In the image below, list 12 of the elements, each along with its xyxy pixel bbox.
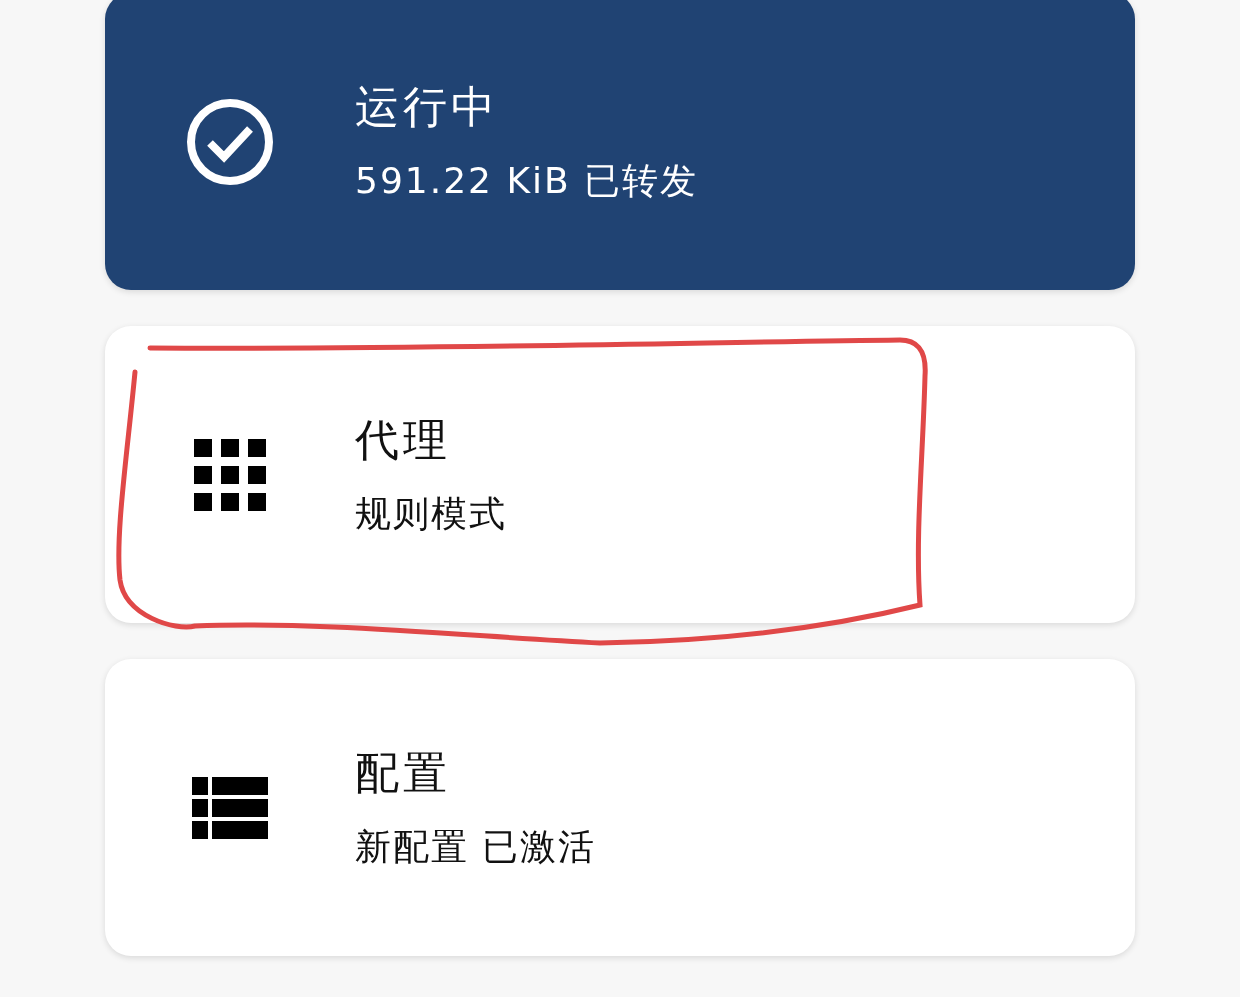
menu-card[interactable]: 配置 新配置 已激活 (105, 659, 1135, 956)
card-subtitle: 规则模式 (355, 491, 507, 536)
check-circle-icon (185, 96, 275, 187)
list-icon (192, 776, 268, 839)
card-title: 配置 (355, 746, 452, 799)
card-title: 运行中 (355, 80, 500, 133)
menu-card[interactable]: 运行中 591.22 KiB 已转发 (105, 0, 1135, 290)
menu-card[interactable]: 代理 规则模式 (105, 326, 1135, 623)
card-title: 代理 (355, 413, 452, 466)
grid-icon (194, 438, 266, 511)
card-subtitle: 591.22 KiB 已转发 (355, 158, 699, 203)
card-subtitle: 新配置 已激活 (355, 824, 597, 869)
